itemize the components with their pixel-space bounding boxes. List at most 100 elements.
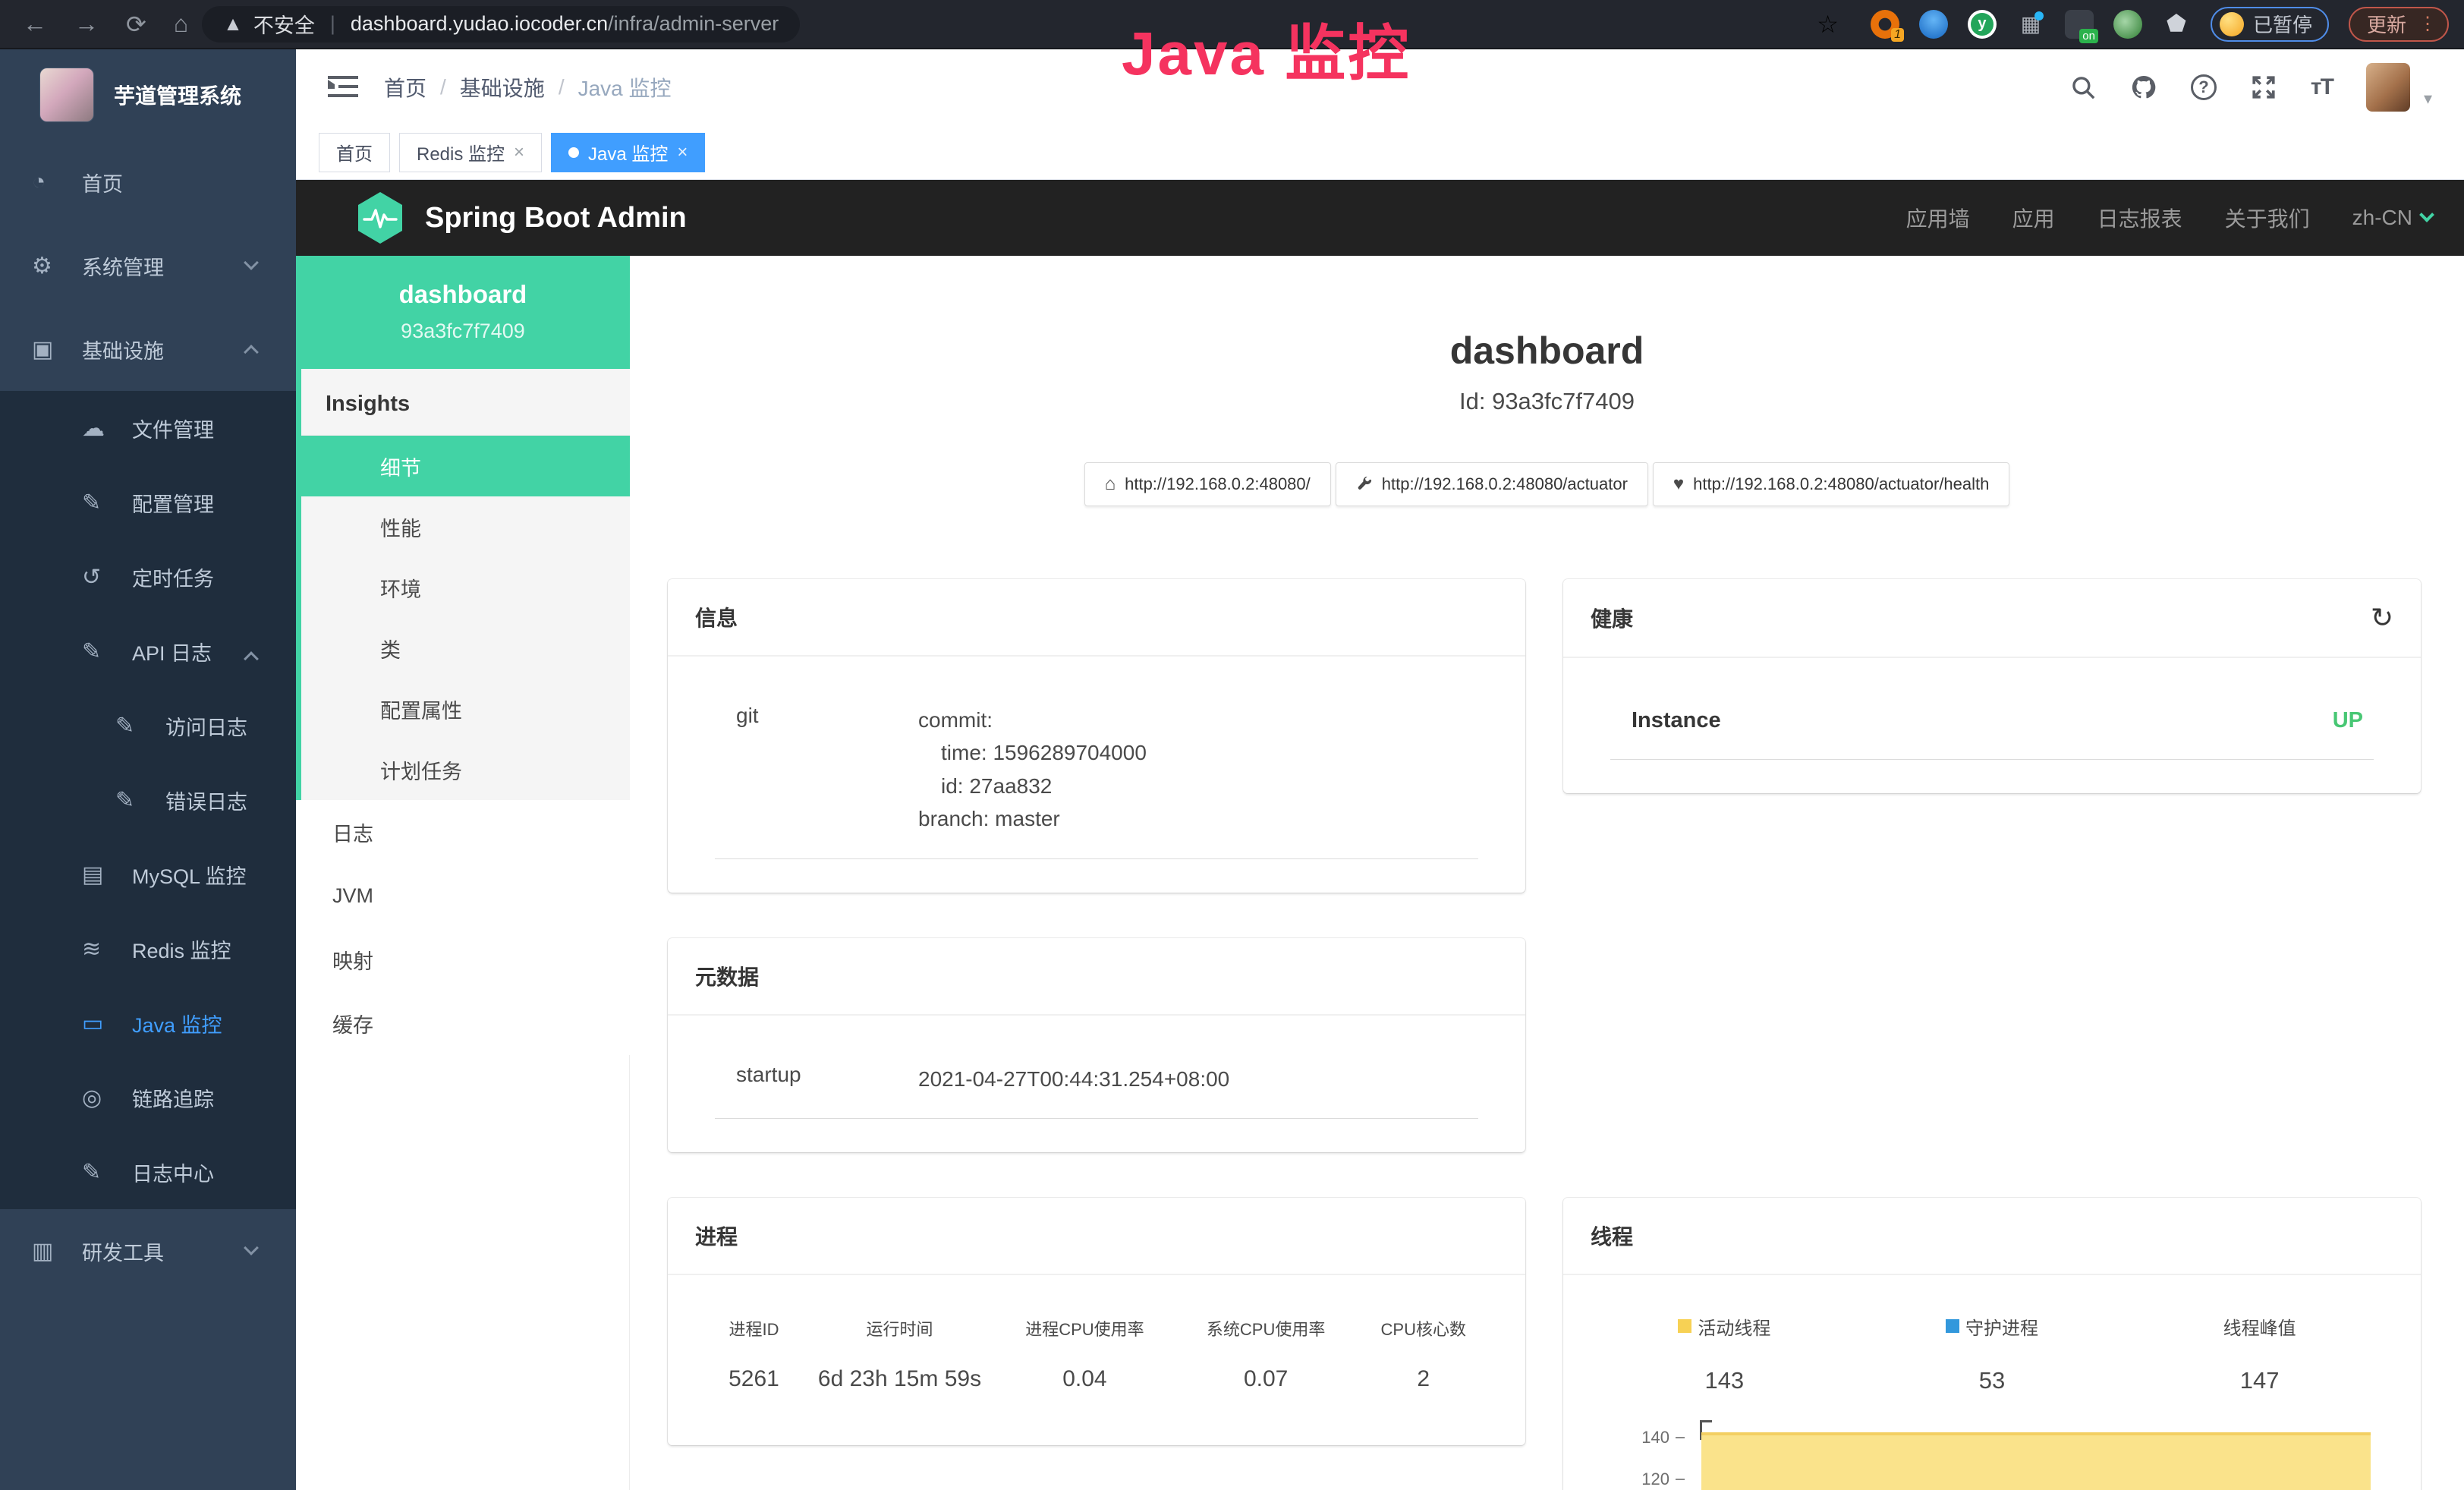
collapse-menu-icon[interactable]: [328, 74, 358, 100]
profile-paused-pill[interactable]: 已暂停: [2211, 7, 2329, 42]
app-logo-row[interactable]: 芋道管理系统: [0, 49, 296, 140]
sidebar-item-home[interactable]: ◔ 首页: [0, 140, 296, 224]
tab-java-monitor[interactable]: Java 监控 ×: [551, 133, 705, 172]
sidebar-item-redis-monitor[interactable]: ≋ Redis 监控: [0, 912, 296, 986]
sba-instance-id: 93a3fc7f7409: [304, 320, 622, 343]
process-value: 6d 23h 15m 59s: [805, 1366, 994, 1392]
breadcrumb-item[interactable]: 基础设施: [460, 72, 545, 102]
font-size-icon[interactable]: ᴛT: [2311, 74, 2333, 100]
close-tab-icon[interactable]: ×: [677, 142, 688, 163]
extensions-puzzle-icon[interactable]: ⬟: [2162, 10, 2191, 39]
sidebar-item-tracing[interactable]: ◎ 链路追踪: [0, 1060, 296, 1135]
sba-item-classes[interactable]: 类: [301, 618, 630, 679]
search-icon[interactable]: [2069, 74, 2097, 101]
fullscreen-icon[interactable]: [2250, 74, 2277, 101]
sba-instance-header[interactable]: dashboard 93a3fc7f7409: [296, 256, 630, 369]
sba-item-environment[interactable]: 环境: [301, 557, 630, 618]
y-axis-tick: 140: [1618, 1428, 1685, 1447]
extension-icon[interactable]: on: [2065, 10, 2094, 39]
sba-nav-applications[interactable]: 应用: [2012, 203, 2055, 233]
eye-icon: ◎: [82, 1085, 121, 1111]
profile-emoji-icon: [2220, 12, 2244, 36]
sidebar-item-error-logs[interactable]: ✎ 错误日志: [0, 763, 296, 837]
bookmark-star-icon[interactable]: ☆: [1817, 10, 1839, 39]
user-avatar[interactable]: [2366, 63, 2410, 112]
sba-content: dashboard Id: 93a3fc7f7409 ⌂ http://192.…: [630, 256, 2464, 1490]
sidebar-item-file-mgmt[interactable]: ☁ 文件管理: [0, 391, 296, 465]
sidebar-item-api-logs[interactable]: ✎ API 日志: [0, 614, 296, 688]
sidebar-item-infrastructure[interactable]: ▣ 基础设施: [0, 307, 296, 391]
sba-nav-journal[interactable]: 日志报表: [2097, 203, 2182, 233]
sidebar-item-system-mgmt[interactable]: ⚙ 系统管理: [0, 224, 296, 307]
health-url-button[interactable]: ♥ http://192.168.0.2:48080/actuator/heal…: [1653, 462, 2009, 506]
extension-icon[interactable]: [1919, 10, 1948, 39]
sidebar-item-mysql-monitor[interactable]: ▤ MySQL 监控: [0, 837, 296, 912]
process-table: 进程ID 运行时间 进程CPU使用率 系统CPU使用率 CPU核心数 5261 …: [695, 1303, 1498, 1412]
back-icon[interactable]: ←: [23, 10, 47, 38]
sba-item-metrics[interactable]: 性能: [301, 496, 630, 557]
info-card: 信息 git commit: time: 1596289704000 id: 2: [668, 579, 1525, 893]
sba-instance-name: dashboard: [304, 280, 622, 309]
sba-brand-title[interactable]: Spring Boot Admin: [425, 202, 687, 235]
metadata-row-label: startup: [736, 1063, 918, 1095]
sba-group-label: Insights: [301, 369, 630, 436]
gauge-icon: ◔: [32, 169, 71, 195]
sba-nav-about[interactable]: 关于我们: [2225, 203, 2310, 233]
sba-locale-select[interactable]: zh-CN: [2352, 206, 2432, 230]
info-card-title: 信息: [695, 602, 738, 632]
address-bar[interactable]: ▲ 不安全 | dashboard.yudao.iocoder.cn/infra…: [202, 6, 800, 43]
url-divider: |: [330, 12, 335, 36]
process-value: 2: [1357, 1366, 1490, 1392]
browser-update-button[interactable]: 更新 ⋮: [2349, 7, 2449, 42]
legend-item-peak: 线程峰值: [2126, 1313, 2393, 1340]
help-icon[interactable]: ?: [2191, 74, 2217, 100]
tab-home[interactable]: 首页: [319, 133, 390, 172]
sba-item-config-props[interactable]: 配置属性: [301, 679, 630, 739]
active-tab-dot: [568, 147, 579, 158]
extension-icon[interactable]: 1: [1871, 10, 1899, 39]
sba-nav-wallboard[interactable]: 应用墙: [1906, 203, 1970, 233]
legend-item-live: 活动线程: [1591, 1313, 1858, 1340]
threads-legend: 活动线程 守护进程 线程峰值: [1591, 1303, 2393, 1394]
forward-icon[interactable]: →: [74, 10, 99, 38]
gear-icon: ⚙: [32, 253, 71, 279]
legend-value: 147: [2126, 1367, 2393, 1394]
tab-redis-monitor[interactable]: Redis 监控 ×: [399, 133, 542, 172]
github-icon[interactable]: [2130, 74, 2157, 101]
sidebar-item-java-monitor[interactable]: ▭ Java 监控: [0, 986, 296, 1060]
heartbeat-icon: ♥: [1673, 474, 1684, 495]
log-edit-icon: ✎: [82, 638, 121, 665]
home-icon[interactable]: ⌂: [174, 10, 188, 38]
sba-item-scheduled-tasks[interactable]: 计划任务: [301, 739, 630, 800]
sidebar-item-dev-tools[interactable]: ▥ 研发工具: [0, 1209, 296, 1293]
close-tab-icon[interactable]: ×: [514, 142, 524, 163]
chevron-down-icon: [244, 1240, 259, 1255]
database-icon: ▤: [82, 862, 121, 888]
sba-item-logs[interactable]: 日志: [296, 800, 630, 864]
spring-boot-admin-logo-icon[interactable]: [355, 191, 405, 245]
sba-item-mappings[interactable]: 映射: [296, 928, 630, 991]
sba-item-jvm[interactable]: JVM: [296, 864, 630, 928]
history-icon[interactable]: ↺: [2371, 602, 2393, 634]
reload-icon[interactable]: ⟳: [126, 10, 146, 39]
health-instance-row[interactable]: Instance UP: [1610, 685, 2374, 760]
browser-menu-icon[interactable]: ⋮: [2418, 13, 2437, 35]
legend-swatch-yellow-icon: [1678, 1319, 1691, 1333]
breadcrumb-item-current: Java 监控: [578, 72, 672, 102]
sidebar-item-log-center[interactable]: ✎ 日志中心: [0, 1135, 296, 1209]
sidebar-item-access-logs[interactable]: ✎ 访问日志: [0, 688, 296, 763]
url-host: dashboard.yudao.iocoder.cn: [351, 12, 608, 35]
sidebar-item-scheduled-jobs[interactable]: ↺ 定时任务: [0, 540, 296, 614]
user-menu-caret-icon[interactable]: ▾: [2424, 89, 2432, 109]
breadcrumb-item[interactable]: 首页: [384, 72, 426, 102]
actuator-url-button[interactable]: http://192.168.0.2:48080/actuator: [1336, 462, 1648, 506]
sba-item-caches[interactable]: 缓存: [296, 991, 630, 1055]
layers-icon: ≋: [82, 936, 121, 962]
sba-item-details[interactable]: 细节: [301, 436, 630, 496]
extension-icon[interactable]: [2113, 10, 2142, 39]
health-card-title: 健康: [1591, 603, 1633, 633]
sidebar-item-config-mgmt[interactable]: ✎ 配置管理: [0, 465, 296, 540]
extension-icon[interactable]: y: [1968, 10, 1997, 39]
extension-icon[interactable]: ▦: [2016, 10, 2045, 39]
service-url-button[interactable]: ⌂ http://192.168.0.2:48080/: [1084, 462, 1331, 506]
